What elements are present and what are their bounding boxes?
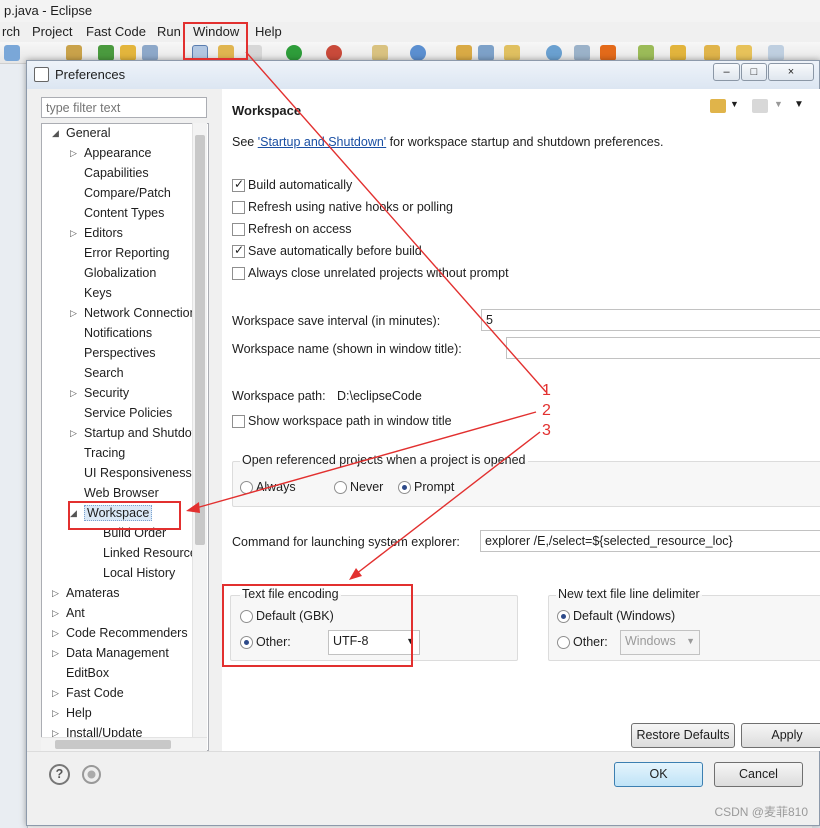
annotation-number-1: 1: [542, 382, 551, 399]
annotation-number-2: 2: [542, 402, 551, 419]
arrow-line-1: [245, 51, 547, 393]
arrow-head-2: [186, 502, 200, 513]
annotation-arrows: [186, 51, 547, 580]
arrow-line-3: [355, 431, 541, 575]
watermark: CSDN @麦菲810: [714, 805, 808, 819]
annotation-number-3: 3: [542, 422, 551, 439]
arrow-line-2: [195, 411, 537, 509]
arrow-head-3: [349, 568, 362, 580]
